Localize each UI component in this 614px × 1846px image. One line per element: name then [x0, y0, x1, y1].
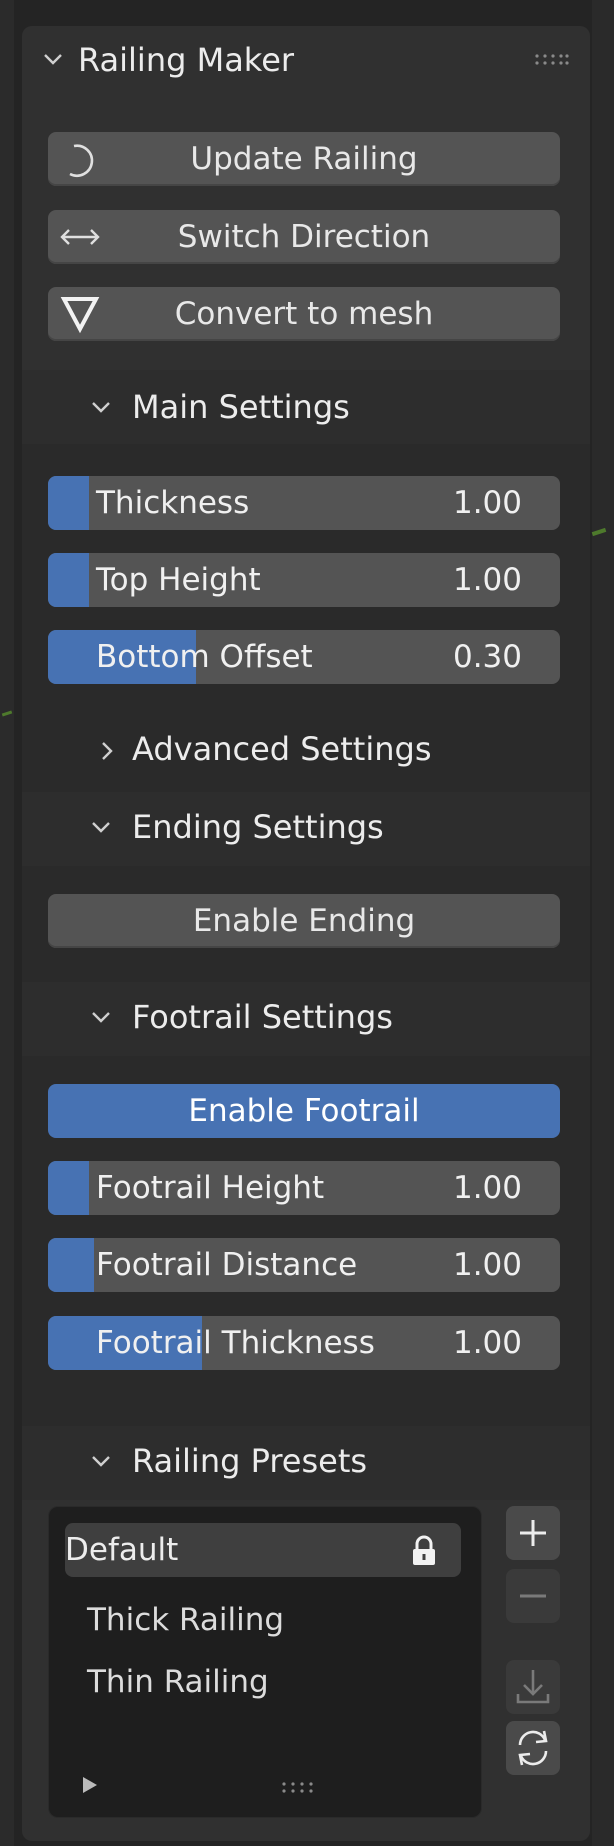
advanced-settings-title: Advanced Settings: [132, 730, 432, 768]
bottom-offset-label: Bottom Offset: [96, 639, 313, 675]
preset-item[interactable]: Thin Railing: [87, 1655, 269, 1709]
slider-fill: [48, 1238, 95, 1292]
footrail-thickness-label: Footrail Thickness: [96, 1325, 375, 1361]
viewport-edge-right: [591, 0, 614, 1846]
chevron-down-icon: [44, 54, 62, 65]
preset-item-label: Default: [65, 1532, 179, 1568]
drag-grip-icon[interactable]: [534, 52, 570, 68]
chevron-right-icon: [102, 742, 113, 760]
main-settings-header[interactable]: Main Settings: [22, 370, 590, 444]
play-icon[interactable]: [83, 1777, 97, 1793]
advanced-settings-header[interactable]: Advanced Settings: [22, 714, 590, 788]
chevron-down-icon: [92, 1012, 110, 1023]
top-height-label: Top Height: [96, 562, 261, 598]
bottom-offset-slider[interactable]: Bottom Offset 0.30: [48, 630, 560, 684]
update-railing-label: Update Railing: [190, 141, 418, 177]
chevron-down-icon: [92, 1456, 110, 1467]
ending-settings-title: Ending Settings: [132, 808, 384, 846]
reload-presets-button[interactable]: [506, 1721, 560, 1775]
drag-grip-icon[interactable]: [281, 1781, 317, 1795]
top-height-value: 1.00: [452, 562, 522, 598]
footrail-distance-slider[interactable]: Footrail Distance 1.00: [48, 1238, 560, 1292]
footrail-height-label: Footrail Height: [96, 1170, 325, 1206]
viewport-edge-left: [0, 0, 14, 1846]
enable-ending-button[interactable]: Enable Ending: [48, 894, 560, 948]
thickness-label: Thickness: [96, 485, 250, 521]
railing-presets-header[interactable]: Railing Presets: [22, 1426, 590, 1500]
ending-settings-header[interactable]: Ending Settings: [22, 792, 590, 866]
footrail-settings-header[interactable]: Footrail Settings: [22, 982, 590, 1056]
slider-fill: [48, 1161, 89, 1215]
railing-presets-title: Railing Presets: [132, 1442, 368, 1480]
slider-fill: [48, 553, 89, 607]
add-preset-button[interactable]: [506, 1506, 560, 1560]
switch-direction-button[interactable]: Switch Direction: [48, 210, 560, 264]
enable-ending-label: Enable Ending: [192, 903, 416, 939]
download-icon: [516, 1670, 550, 1704]
remove-preset-button[interactable]: [506, 1569, 560, 1623]
reload-icon: [518, 1730, 548, 1766]
lock-icon[interactable]: [409, 1535, 439, 1567]
save-preset-button[interactable]: [506, 1660, 560, 1714]
footrail-height-value: 1.00: [452, 1170, 522, 1206]
enable-footrail-button[interactable]: Enable Footrail: [48, 1084, 560, 1138]
presets-list[interactable]: Default Thick Railing Thin Railing: [48, 1506, 482, 1818]
plus-icon: [520, 1520, 546, 1546]
switch-direction-label: Switch Direction: [177, 219, 431, 255]
preset-item-selected[interactable]: Default: [65, 1523, 461, 1577]
top-height-slider[interactable]: Top Height 1.00: [48, 553, 560, 607]
update-railing-button[interactable]: Update Railing: [48, 132, 560, 186]
enable-footrail-label: Enable Footrail: [188, 1093, 420, 1129]
convert-to-mesh-button[interactable]: Convert to mesh: [48, 287, 560, 341]
railing-maker-panel: Railing Maker Update Railing Switch Dire…: [22, 26, 590, 1841]
footrail-thickness-value: 1.00: [452, 1325, 522, 1361]
footrail-height-slider[interactable]: Footrail Height 1.00: [48, 1161, 560, 1215]
slider-fill: [48, 476, 89, 530]
footrail-thickness-slider[interactable]: Footrail Thickness 1.00: [48, 1316, 560, 1370]
thickness-value: 1.00: [452, 485, 522, 521]
panel-title: Railing Maker: [78, 41, 295, 79]
thickness-slider[interactable]: Thickness 1.00: [48, 476, 560, 530]
bottom-offset-value: 0.30: [452, 639, 522, 675]
preset-item[interactable]: Thick Railing: [87, 1593, 284, 1647]
chevron-down-icon: [92, 402, 110, 413]
footrail-distance-label: Footrail Distance: [96, 1247, 358, 1283]
footrail-settings-title: Footrail Settings: [132, 998, 393, 1036]
main-settings-title: Main Settings: [132, 388, 350, 426]
minus-icon: [520, 1594, 546, 1598]
footrail-distance-value: 1.00: [452, 1247, 522, 1283]
chevron-down-icon: [92, 822, 110, 833]
convert-to-mesh-label: Convert to mesh: [174, 296, 434, 332]
panel-header[interactable]: Railing Maker: [22, 26, 590, 100]
